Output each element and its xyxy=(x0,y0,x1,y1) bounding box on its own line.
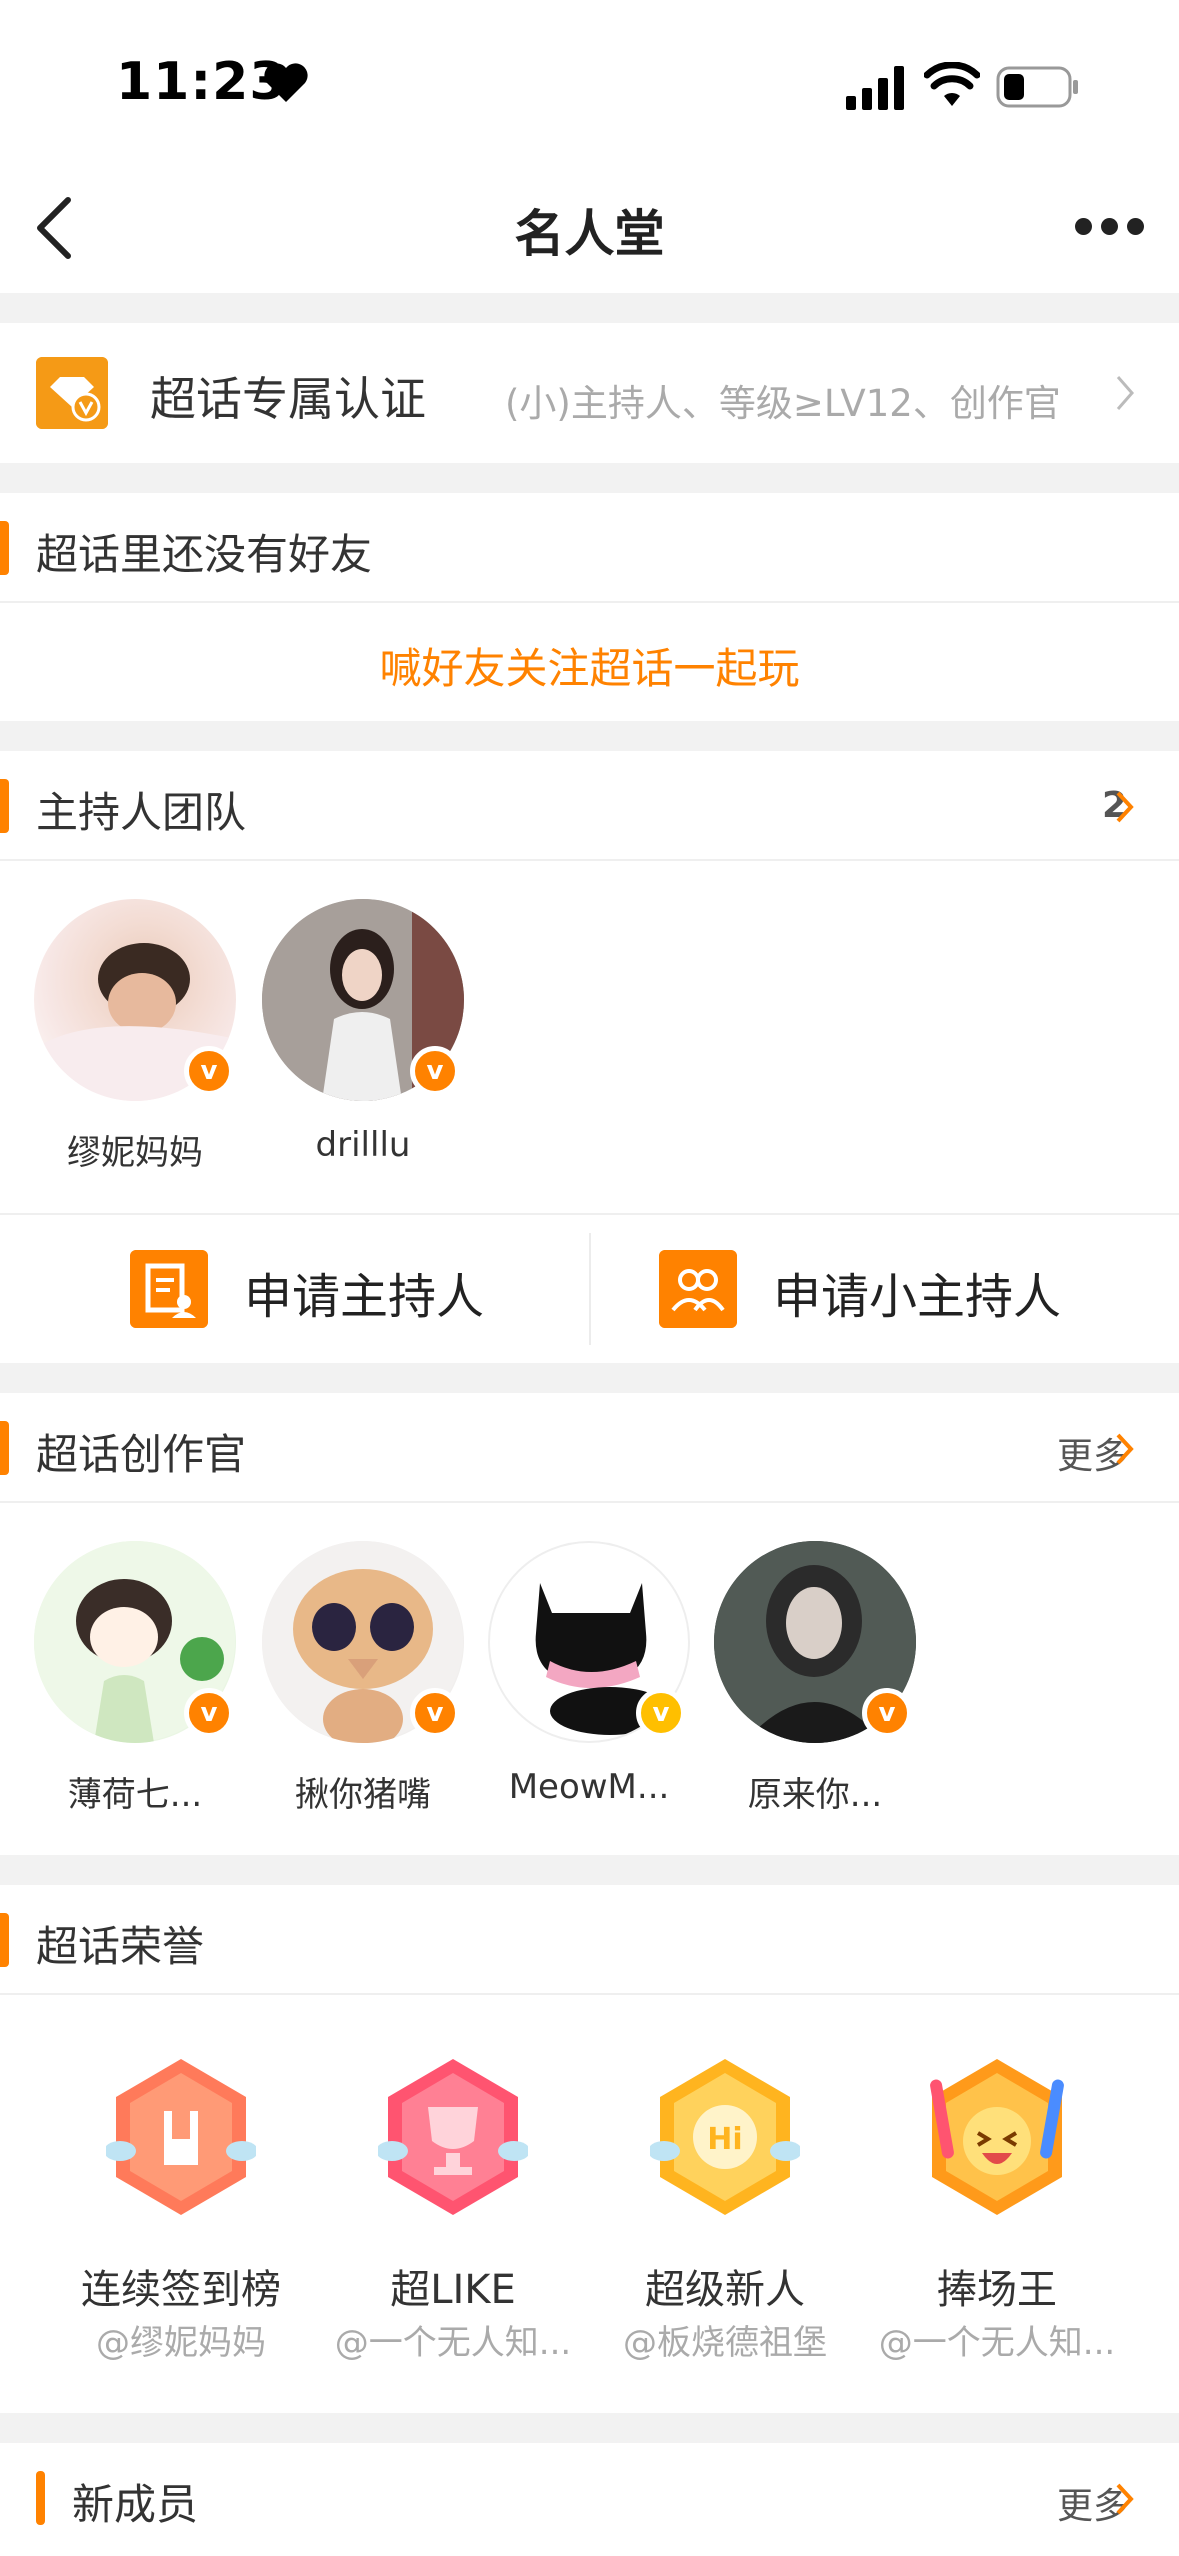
friends-section: 超话里还没有好友 喊好友关注超话一起玩 xyxy=(0,493,1179,721)
honor-holder[interactable]: @一个无人知... xyxy=(323,2315,583,2364)
hand-gesture-badge-icon[interactable] xyxy=(106,2055,256,2219)
creator-name[interactable]: 揪你猪嘴 xyxy=(262,1767,464,1816)
hosts-header[interactable]: 主持人团队 2 xyxy=(0,751,1179,861)
new-members-section: 新成员 更多 xyxy=(0,2443,1179,2556)
verified-badge-icon: v xyxy=(184,1688,234,1738)
honor-holder[interactable]: @一个无人知... xyxy=(867,2315,1127,2364)
honors-header: 超话荣誉 xyxy=(0,1885,1179,1995)
section-accent-bar xyxy=(0,521,9,575)
page-title: 名人堂 xyxy=(514,205,665,263)
verified-badge-icon: v xyxy=(184,1046,234,1096)
hi-badge-icon[interactable]: Hi xyxy=(650,2055,800,2219)
wifi-icon xyxy=(924,62,980,106)
hosts-section: 主持人团队 2 v 缪妮妈妈 v drilllu 申请主持人 申请小主持人 xyxy=(0,751,1179,1363)
new-members-header[interactable]: 新成员 更多 xyxy=(0,2443,1179,2553)
chevron-right-icon xyxy=(1116,791,1134,823)
invite-friends-link[interactable]: 喊好友关注超话一起玩 xyxy=(0,635,1179,696)
cert-row[interactable]: 超话专属认证 (小)主持人、等级≥LV12、创作官 xyxy=(0,323,1179,463)
apply-junior-host-button[interactable]: 申请小主持人 xyxy=(591,1213,1179,1363)
cheer-badge-icon[interactable] xyxy=(922,2055,1072,2219)
page: 11:23 名人堂 超话专属认证 (小)主持人、等级≥LV12、创作官 超话里还… xyxy=(0,0,1179,2556)
chevron-right-icon xyxy=(1116,2483,1134,2515)
honor-holder[interactable]: @板烧德祖堡 xyxy=(595,2315,855,2364)
trophy-badge-icon[interactable] xyxy=(378,2055,528,2219)
battery-icon xyxy=(996,66,1078,108)
section-accent-bar xyxy=(36,2471,45,2525)
apply-host-icon xyxy=(130,1250,208,1328)
divider xyxy=(0,1501,1179,1503)
host-name[interactable]: drilllu xyxy=(262,1125,464,1165)
verified-badge-icon: v xyxy=(862,1688,912,1738)
friends-title: 超话里还没有好友 xyxy=(36,530,373,579)
verified-badge-icon: v xyxy=(410,1046,460,1096)
apply-host-button[interactable]: 申请主持人 xyxy=(0,1213,588,1363)
honor-holder[interactable]: @缪妮妈妈 xyxy=(51,2315,311,2364)
creator-name[interactable]: 薄荷七... xyxy=(34,1767,236,1816)
status-bar: 11:23 xyxy=(0,0,1179,160)
honor-title: 超LIKE xyxy=(390,2267,516,2313)
creator-name[interactable]: MeowM... xyxy=(488,1767,690,1807)
svg-text:Hi: Hi xyxy=(707,2122,742,2157)
honor-title: 超级新人 xyxy=(645,2267,805,2313)
verified-badge-icon: v xyxy=(636,1688,686,1738)
chevron-right-icon xyxy=(1116,376,1134,410)
divider xyxy=(0,601,1179,603)
creators-header[interactable]: 超话创作官 更多 xyxy=(0,1393,1179,1503)
cert-label: 超话专属认证 xyxy=(150,372,426,426)
more-options-icon[interactable] xyxy=(1075,218,1145,238)
divider xyxy=(0,859,1179,861)
apply-junior-host-icon xyxy=(659,1250,737,1328)
section-accent-bar xyxy=(0,1421,9,1475)
creator-name[interactable]: 原来你... xyxy=(714,1767,916,1816)
honors-section: 超话荣誉 连续签到榜 @缪妮妈妈 超LIKE @一个无人知... Hi 超级新人… xyxy=(0,1885,1179,2413)
verified-badge-icon: v xyxy=(410,1688,460,1738)
host-name[interactable]: 缪妮妈妈 xyxy=(34,1125,236,1174)
section-accent-bar xyxy=(0,1913,9,1967)
new-members-title: 新成员 xyxy=(72,2480,199,2529)
nav-bar: 名人堂 xyxy=(0,160,1179,293)
creators-title: 超话创作官 xyxy=(36,1430,247,1479)
cert-badge-icon xyxy=(36,357,108,429)
cellular-signal-icon xyxy=(846,66,904,110)
chevron-right-icon xyxy=(1116,1433,1134,1465)
apply-host-label: 申请主持人 xyxy=(244,1269,485,1325)
status-time: 11:23 xyxy=(116,52,287,112)
divider xyxy=(0,1993,1179,1995)
heart-icon xyxy=(264,63,308,102)
honors-title: 超话荣誉 xyxy=(36,1922,205,1971)
apply-junior-host-label: 申请小主持人 xyxy=(773,1269,1062,1325)
cert-requirements: (小)主持人、等级≥LV12、创作官 xyxy=(505,382,1061,425)
honor-title: 捧场王 xyxy=(937,2267,1057,2313)
section-accent-bar xyxy=(0,779,9,833)
friends-header: 超话里还没有好友 xyxy=(0,493,1179,603)
honor-title: 连续签到榜 xyxy=(81,2267,281,2313)
creators-section: 超话创作官 更多 v 薄荷七... v 揪你猪嘴 v MeowM... v 原来… xyxy=(0,1393,1179,1855)
hosts-title: 主持人团队 xyxy=(36,788,247,837)
